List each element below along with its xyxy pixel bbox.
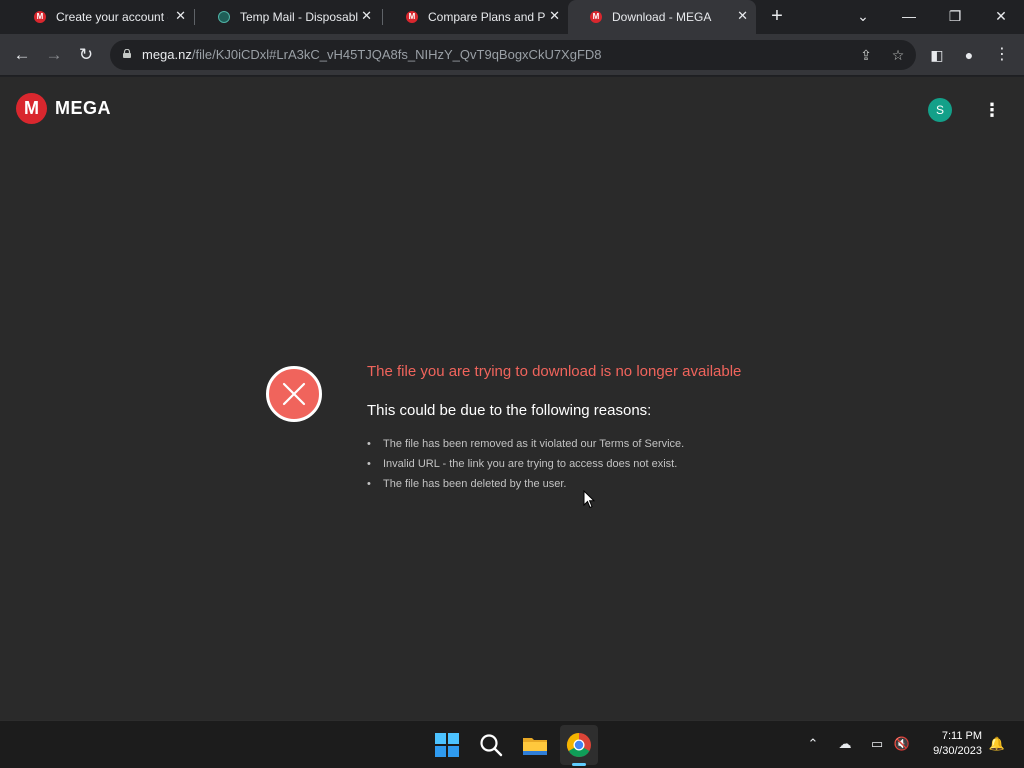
tab-title: Create your account - <box>56 10 168 24</box>
network-icon[interactable]: ▭ <box>866 733 888 755</box>
reasons-list: The file has been removed as it violated… <box>367 434 684 494</box>
mega-logo-text: MEGA <box>55 98 111 118</box>
list-item: Invalid URL - the link you are trying to… <box>367 454 684 474</box>
url-path: /file/KJ0iCDxl#LrA3kC_vH45TJQA8fs_NIHzY_… <box>191 47 602 62</box>
error-x-icon <box>266 366 322 422</box>
list-item: The file has been deleted by the user. <box>367 474 684 494</box>
lock-icon[interactable] <box>122 49 132 58</box>
tab-download-mega[interactable]: M Download - MEGA ✕ <box>568 0 756 34</box>
mega-favicon-icon: M <box>590 11 602 23</box>
tab-strip: M Create your account - ✕ Temp Mail - Di… <box>0 0 1024 34</box>
close-tab-icon[interactable]: ✕ <box>549 9 560 23</box>
volume-muted-icon[interactable]: 🔇 <box>891 733 913 755</box>
close-window-icon[interactable]: ✕ <box>986 4 1016 28</box>
forward-arrow-icon[interactable]: → <box>42 43 66 67</box>
more-options-icon[interactable]: ⋮ <box>980 97 1004 123</box>
tab-title: Compare Plans and Pr <box>428 10 546 24</box>
reload-icon[interactable]: ↻ <box>74 43 98 67</box>
tab-separator <box>194 9 195 25</box>
notification-bell-icon[interactable]: 🔔 <box>986 733 1008 755</box>
tab-search-icon[interactable]: ⌄ <box>848 4 878 28</box>
tab-create-account[interactable]: M Create your account - ✕ <box>12 0 194 34</box>
windows-taskbar: ⌃ ☁ ▭ 🔇 7:11 PM 9/30/2023 🔔 <box>0 720 1024 768</box>
chrome-icon[interactable] <box>563 729 595 761</box>
chrome-menu-icon[interactable]: ⋮ <box>990 43 1014 67</box>
close-tab-icon[interactable]: ✕ <box>175 9 186 23</box>
user-avatar[interactable]: S <box>928 98 952 122</box>
url-host: mega.nz <box>142 47 192 62</box>
windows-start-icon[interactable] <box>431 729 463 761</box>
mega-logo[interactable]: M MEGA <box>16 93 111 124</box>
chevron-up-icon[interactable]: ⌃ <box>802 733 824 755</box>
onedrive-cloud-icon[interactable]: ☁ <box>834 733 856 755</box>
mega-favicon-icon: M <box>34 11 46 23</box>
side-panel-icon[interactable]: ◧ <box>925 43 949 67</box>
back-arrow-icon[interactable]: ← <box>10 43 34 67</box>
search-icon[interactable] <box>475 729 507 761</box>
share-icon[interactable]: ⇪ <box>854 43 878 67</box>
error-title: The file you are trying to download is n… <box>367 363 742 380</box>
browser-toolbar: ← → ↻ mega.nz/file/KJ0iCDxl#LrA3kC_vH45T… <box>0 34 1024 76</box>
file-explorer-icon[interactable] <box>519 729 551 761</box>
tab-separator <box>382 9 383 25</box>
close-tab-icon[interactable]: ✕ <box>361 9 372 23</box>
clock-time: 7:11 PM <box>941 730 982 742</box>
url-text[interactable]: mega.nz/file/KJ0iCDxl#LrA3kC_vH45TJQA8fs… <box>142 47 602 62</box>
tab-title: Temp Mail - Disposabl <box>240 10 358 24</box>
tab-temp-mail[interactable]: Temp Mail - Disposabl ✕ <box>196 0 380 34</box>
tab-title: Download - MEGA <box>612 10 712 24</box>
tempmail-favicon-icon <box>218 11 230 23</box>
clock-date: 9/30/2023 <box>933 745 982 757</box>
profile-icon[interactable]: ● <box>957 43 981 67</box>
mouse-cursor-icon <box>583 490 595 509</box>
address-bar[interactable]: mega.nz/file/KJ0iCDxl#LrA3kC_vH45TJQA8fs… <box>110 40 916 70</box>
close-tab-icon[interactable]: ✕ <box>737 9 748 23</box>
system-clock[interactable]: 7:11 PM 9/30/2023 <box>918 729 982 759</box>
error-subtitle: This could be due to the following reaso… <box>367 402 652 419</box>
list-item: The file has been removed as it violated… <box>367 434 684 454</box>
restore-icon[interactable]: ❐ <box>940 4 970 28</box>
minimize-icon[interactable]: — <box>894 4 924 28</box>
active-app-indicator <box>572 763 586 766</box>
mega-download-page: M MEGA S ⋮ The file you are trying to do… <box>0 77 1024 720</box>
mega-logo-icon: M <box>16 93 47 124</box>
bookmark-star-icon[interactable]: ☆ <box>886 43 910 67</box>
mega-favicon-icon: M <box>406 11 418 23</box>
tab-compare-plans[interactable]: M Compare Plans and Pr ✕ <box>384 0 568 34</box>
new-tab-button[interactable]: + <box>766 5 788 27</box>
